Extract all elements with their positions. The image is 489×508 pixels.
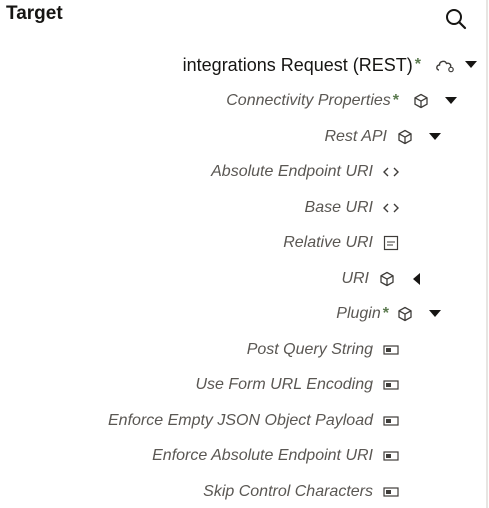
expand-toggle[interactable] xyxy=(407,269,427,289)
required-marker: * xyxy=(392,92,399,109)
tree-node-absolute-endpoint-uri[interactable]: Absolute Endpoint URI xyxy=(211,159,401,185)
search-icon xyxy=(446,9,467,30)
tree-node-base-uri[interactable]: Base URI xyxy=(305,195,401,221)
required-marker: * xyxy=(414,56,421,73)
cube-icon xyxy=(377,269,397,289)
tree-node-label: Skip Control Characters xyxy=(203,483,373,500)
tree-node-use-form-url-encoding[interactable]: Use Form URL Encoding xyxy=(195,372,401,398)
cube-icon xyxy=(395,127,415,147)
tree-node-label: Enforce Absolute Endpoint URI xyxy=(152,447,373,464)
tree-node-enforce-empty-json[interactable]: Enforce Empty JSON Object Payload xyxy=(108,408,401,434)
page-title: Target xyxy=(6,3,63,24)
tree-node-label: Rest API xyxy=(324,128,387,145)
tree-node-enforce-absolute-endpoint-uri[interactable]: Enforce Absolute Endpoint URI xyxy=(152,443,401,469)
code-brackets-icon xyxy=(381,198,401,218)
tree-node-rest-api[interactable]: Rest API xyxy=(324,124,445,150)
tree-node-label: Absolute Endpoint URI xyxy=(211,163,373,180)
caret-down-icon xyxy=(429,133,441,140)
caret-down-icon xyxy=(465,61,477,68)
tree-node-uri[interactable]: URI xyxy=(341,266,427,292)
boolean-field-icon xyxy=(381,446,401,466)
tree-node-relative-uri[interactable]: Relative URI xyxy=(283,230,401,256)
tree-node-root[interactable]: integrations Request (REST) * xyxy=(183,52,481,78)
expand-toggle[interactable] xyxy=(461,55,481,75)
code-brackets-icon xyxy=(381,162,401,182)
tree-node-label: Post Query String xyxy=(246,341,373,358)
tree-node-label: Use Form URL Encoding xyxy=(195,376,373,393)
tree-node-connectivity-properties[interactable]: Connectivity Properties * xyxy=(226,88,461,114)
tree-node-label: integrations Request (REST) xyxy=(182,54,413,75)
search-button[interactable] xyxy=(444,7,468,31)
caret-left-icon xyxy=(413,273,420,285)
expand-toggle[interactable] xyxy=(425,127,445,147)
tree-node-post-query-string[interactable]: Post Query String xyxy=(247,337,401,363)
boolean-field-icon xyxy=(381,375,401,395)
text-field-icon xyxy=(381,233,401,253)
tree-node-label: Enforce Empty JSON Object Payload xyxy=(108,412,373,429)
panel-divider xyxy=(486,0,488,508)
tree-node-label: Base URI xyxy=(304,199,373,216)
caret-down-icon xyxy=(445,97,457,104)
tree-node-label: Plugin xyxy=(336,305,381,322)
boolean-field-icon xyxy=(381,411,401,431)
caret-down-icon xyxy=(429,310,441,317)
tree-node-label: Relative URI xyxy=(283,234,373,251)
expand-toggle[interactable] xyxy=(425,304,445,324)
tree-node-label: Connectivity Properties xyxy=(226,92,391,109)
boolean-field-icon xyxy=(381,340,401,360)
tree-node-label: URI xyxy=(341,270,369,287)
boolean-field-icon xyxy=(381,482,401,502)
cube-icon xyxy=(411,91,431,111)
tree-node-plugin[interactable]: Plugin * xyxy=(336,301,445,327)
cube-icon xyxy=(395,304,415,324)
expand-toggle[interactable] xyxy=(441,91,461,111)
required-marker: * xyxy=(382,305,389,322)
tree-node-skip-control-characters[interactable]: Skip Control Characters xyxy=(203,479,401,505)
cloud-connection-icon xyxy=(435,55,455,75)
